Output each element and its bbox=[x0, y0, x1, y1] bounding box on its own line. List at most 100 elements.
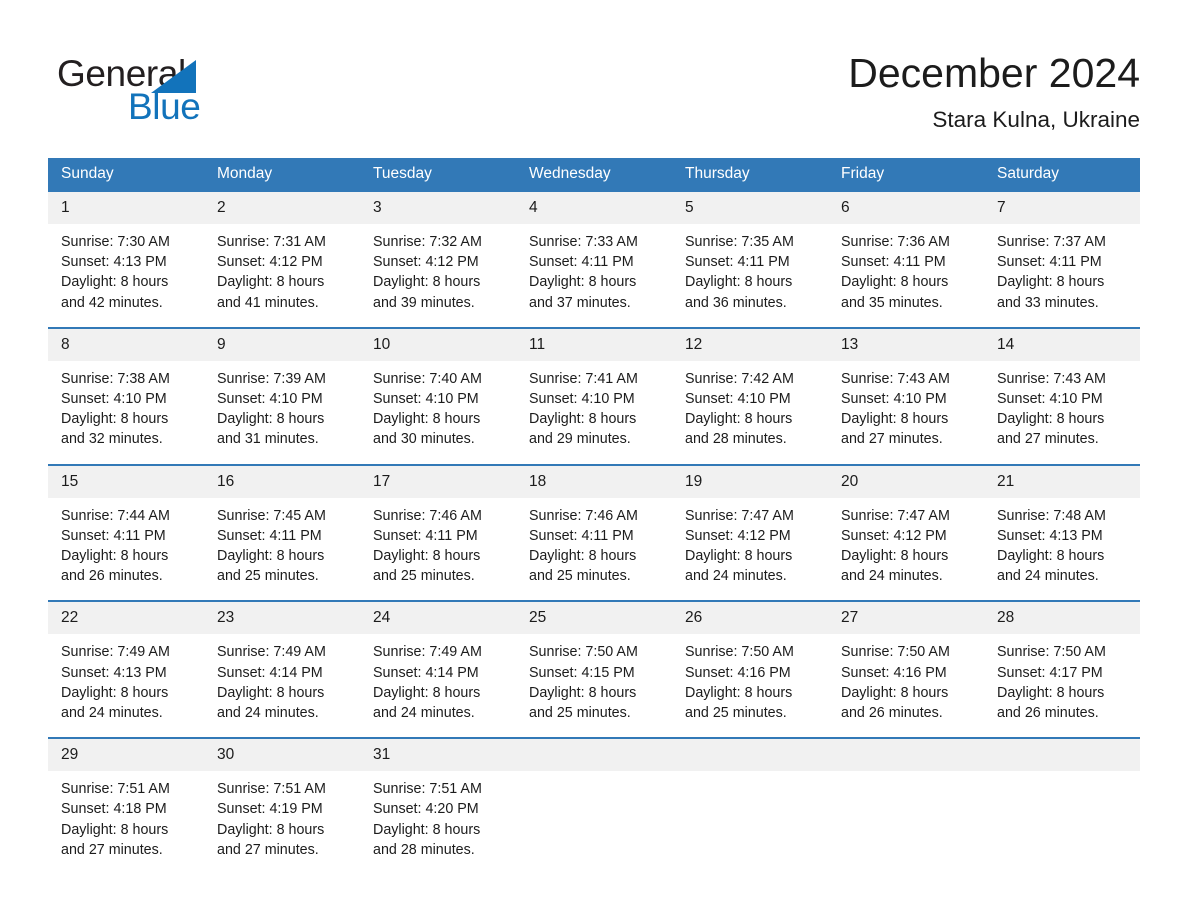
sunset-text: Sunset: 4:13 PM bbox=[61, 254, 167, 271]
day-number bbox=[828, 739, 984, 772]
sunset-text: Sunset: 4:12 PM bbox=[841, 527, 947, 544]
day-cell[interactable]: 7 Sunrise: 7:37 AM Sunset: 4:11 PM Dayli… bbox=[984, 190, 1140, 328]
day-cell[interactable]: 24 Sunrise: 7:49 AM Sunset: 4:14 PM Dayl… bbox=[360, 600, 516, 739]
weekday-header-thursday: Thursday bbox=[672, 158, 828, 191]
day-number: 30 bbox=[204, 739, 360, 772]
day-cell[interactable]: 5 Sunrise: 7:35 AM Sunset: 4:11 PM Dayli… bbox=[672, 190, 828, 328]
day-cell[interactable]: 12 Sunrise: 7:42 AM Sunset: 4:10 PM Dayl… bbox=[672, 326, 828, 465]
sunset-text: Sunset: 4:20 PM bbox=[373, 801, 479, 818]
sunrise-text: Sunrise: 7:45 AM bbox=[217, 507, 326, 524]
day-details bbox=[672, 771, 828, 883]
day-cell[interactable]: 23 Sunrise: 7:49 AM Sunset: 4:14 PM Dayl… bbox=[204, 600, 360, 739]
day-cell[interactable]: 30 Sunrise: 7:51 AM Sunset: 4:19 PM Dayl… bbox=[204, 737, 360, 884]
day-number: 8 bbox=[48, 328, 204, 361]
general-blue-logo[interactable]: General Blue bbox=[57, 52, 277, 127]
daylight-text-line1: Daylight: 8 hours bbox=[373, 821, 481, 838]
day-cell[interactable]: 4 Sunrise: 7:33 AM Sunset: 4:11 PM Dayli… bbox=[516, 190, 672, 328]
day-details: Sunrise: 7:37 AM Sunset: 4:11 PM Dayligh… bbox=[984, 224, 1140, 327]
sunrise-text: Sunrise: 7:30 AM bbox=[61, 234, 170, 250]
daylight-text-line1: Daylight: 8 hours bbox=[217, 548, 325, 565]
daylight-text-line1: Daylight: 8 hours bbox=[997, 548, 1105, 565]
daylight-text-line1: Daylight: 8 hours bbox=[685, 274, 793, 291]
day-cell[interactable]: 17 Sunrise: 7:46 AM Sunset: 4:11 PM Dayl… bbox=[360, 463, 516, 602]
day-details: Sunrise: 7:48 AM Sunset: 4:13 PM Dayligh… bbox=[984, 498, 1140, 601]
day-number: 1 bbox=[48, 192, 204, 224]
day-cell[interactable]: 29 Sunrise: 7:51 AM Sunset: 4:18 PM Dayl… bbox=[48, 737, 204, 884]
day-details: Sunrise: 7:35 AM Sunset: 4:11 PM Dayligh… bbox=[672, 224, 828, 327]
sunset-text: Sunset: 4:11 PM bbox=[529, 254, 634, 271]
day-cell[interactable]: 8 Sunrise: 7:38 AM Sunset: 4:10 PM Dayli… bbox=[48, 326, 204, 465]
day-details: Sunrise: 7:47 AM Sunset: 4:12 PM Dayligh… bbox=[672, 498, 828, 601]
day-number: 5 bbox=[672, 192, 828, 224]
day-details: Sunrise: 7:39 AM Sunset: 4:10 PM Dayligh… bbox=[204, 361, 360, 464]
sunset-text: Sunset: 4:14 PM bbox=[217, 664, 323, 681]
page-subtitle-location: Stara Kulna, Ukraine bbox=[932, 107, 1140, 132]
daylight-text-line2: and 25 minutes. bbox=[529, 705, 631, 722]
daylight-text-line1: Daylight: 8 hours bbox=[217, 274, 325, 291]
daylight-text-line2: and 24 minutes. bbox=[997, 568, 1099, 585]
day-details: Sunrise: 7:49 AM Sunset: 4:13 PM Dayligh… bbox=[48, 634, 204, 737]
sunset-text: Sunset: 4:11 PM bbox=[217, 527, 322, 544]
day-cell[interactable]: 15 Sunrise: 7:44 AM Sunset: 4:11 PM Dayl… bbox=[48, 463, 204, 602]
daylight-text-line1: Daylight: 8 hours bbox=[373, 684, 481, 701]
calendar-week-row: 15 Sunrise: 7:44 AM Sunset: 4:11 PM Dayl… bbox=[48, 463, 1140, 602]
day-details: Sunrise: 7:49 AM Sunset: 4:14 PM Dayligh… bbox=[360, 634, 516, 737]
day-cell[interactable]: 27 Sunrise: 7:50 AM Sunset: 4:16 PM Dayl… bbox=[828, 600, 984, 739]
day-cell[interactable]: 9 Sunrise: 7:39 AM Sunset: 4:10 PM Dayli… bbox=[204, 326, 360, 465]
day-cell[interactable]: 13 Sunrise: 7:43 AM Sunset: 4:10 PM Dayl… bbox=[828, 326, 984, 465]
sunrise-text: Sunrise: 7:32 AM bbox=[373, 234, 482, 250]
day-details: Sunrise: 7:51 AM Sunset: 4:18 PM Dayligh… bbox=[48, 771, 204, 874]
day-cell[interactable]: 16 Sunrise: 7:45 AM Sunset: 4:11 PM Dayl… bbox=[204, 463, 360, 602]
daylight-text-line2: and 37 minutes. bbox=[529, 294, 631, 311]
day-cell[interactable]: 18 Sunrise: 7:46 AM Sunset: 4:11 PM Dayl… bbox=[516, 463, 672, 602]
day-number: 9 bbox=[204, 328, 360, 361]
sunrise-text: Sunrise: 7:35 AM bbox=[685, 234, 794, 250]
sunrise-text: Sunrise: 7:50 AM bbox=[685, 644, 794, 661]
day-cell[interactable]: 25 Sunrise: 7:50 AM Sunset: 4:15 PM Dayl… bbox=[516, 600, 672, 739]
sunrise-text: Sunrise: 7:51 AM bbox=[373, 781, 482, 798]
sunset-text: Sunset: 4:19 PM bbox=[217, 801, 323, 818]
day-cell[interactable]: 3 Sunrise: 7:32 AM Sunset: 4:12 PM Dayli… bbox=[360, 190, 516, 328]
day-number: 17 bbox=[360, 465, 516, 498]
sunrise-text: Sunrise: 7:43 AM bbox=[841, 370, 950, 387]
calendar-week-row: 29 Sunrise: 7:51 AM Sunset: 4:18 PM Dayl… bbox=[48, 737, 1140, 884]
sunset-text: Sunset: 4:10 PM bbox=[841, 391, 947, 408]
day-details: Sunrise: 7:36 AM Sunset: 4:11 PM Dayligh… bbox=[828, 224, 984, 327]
day-cell[interactable]: 2 Sunrise: 7:31 AM Sunset: 4:12 PM Dayli… bbox=[204, 190, 360, 328]
sunrise-text: Sunrise: 7:51 AM bbox=[61, 781, 170, 798]
day-number: 7 bbox=[984, 192, 1140, 224]
daylight-text-line2: and 39 minutes. bbox=[373, 294, 475, 311]
day-number: 29 bbox=[48, 739, 204, 772]
day-number: 20 bbox=[828, 465, 984, 498]
daylight-text-line2: and 27 minutes. bbox=[997, 431, 1099, 448]
daylight-text-line2: and 32 minutes. bbox=[61, 431, 163, 448]
daylight-text-line2: and 25 minutes. bbox=[217, 568, 319, 585]
sunrise-text: Sunrise: 7:41 AM bbox=[529, 370, 638, 387]
day-cell[interactable]: 14 Sunrise: 7:43 AM Sunset: 4:10 PM Dayl… bbox=[984, 326, 1140, 465]
day-cell[interactable]: 26 Sunrise: 7:50 AM Sunset: 4:16 PM Dayl… bbox=[672, 600, 828, 739]
daylight-text-line1: Daylight: 8 hours bbox=[217, 411, 325, 428]
day-cell[interactable]: 22 Sunrise: 7:49 AM Sunset: 4:13 PM Dayl… bbox=[48, 600, 204, 739]
day-cell[interactable]: 20 Sunrise: 7:47 AM Sunset: 4:12 PM Dayl… bbox=[828, 463, 984, 602]
day-details: Sunrise: 7:46 AM Sunset: 4:11 PM Dayligh… bbox=[360, 498, 516, 601]
sunrise-text: Sunrise: 7:38 AM bbox=[61, 370, 170, 387]
day-details: Sunrise: 7:42 AM Sunset: 4:10 PM Dayligh… bbox=[672, 361, 828, 464]
day-details: Sunrise: 7:44 AM Sunset: 4:11 PM Dayligh… bbox=[48, 498, 204, 601]
day-cell[interactable]: 21 Sunrise: 7:48 AM Sunset: 4:13 PM Dayl… bbox=[984, 463, 1140, 602]
page-title: December 2024 bbox=[848, 50, 1140, 96]
sunset-text: Sunset: 4:11 PM bbox=[685, 254, 790, 271]
daylight-text-line2: and 28 minutes. bbox=[685, 431, 787, 448]
day-cell[interactable]: 10 Sunrise: 7:40 AM Sunset: 4:10 PM Dayl… bbox=[360, 326, 516, 465]
day-number: 3 bbox=[360, 192, 516, 224]
day-details: Sunrise: 7:46 AM Sunset: 4:11 PM Dayligh… bbox=[516, 498, 672, 601]
sunset-text: Sunset: 4:11 PM bbox=[373, 527, 478, 544]
day-cell[interactable]: 6 Sunrise: 7:36 AM Sunset: 4:11 PM Dayli… bbox=[828, 190, 984, 328]
day-cell[interactable]: 28 Sunrise: 7:50 AM Sunset: 4:17 PM Dayl… bbox=[984, 600, 1140, 739]
day-cell[interactable]: 1 Sunrise: 7:30 AM Sunset: 4:13 PM Dayli… bbox=[48, 190, 204, 328]
sunrise-text: Sunrise: 7:46 AM bbox=[529, 507, 638, 524]
day-number: 12 bbox=[672, 328, 828, 361]
day-details: Sunrise: 7:50 AM Sunset: 4:17 PM Dayligh… bbox=[984, 634, 1140, 737]
day-cell[interactable]: 31 Sunrise: 7:51 AM Sunset: 4:20 PM Dayl… bbox=[360, 737, 516, 884]
day-cell[interactable]: 11 Sunrise: 7:41 AM Sunset: 4:10 PM Dayl… bbox=[516, 326, 672, 465]
day-cell[interactable]: 19 Sunrise: 7:47 AM Sunset: 4:12 PM Dayl… bbox=[672, 463, 828, 602]
